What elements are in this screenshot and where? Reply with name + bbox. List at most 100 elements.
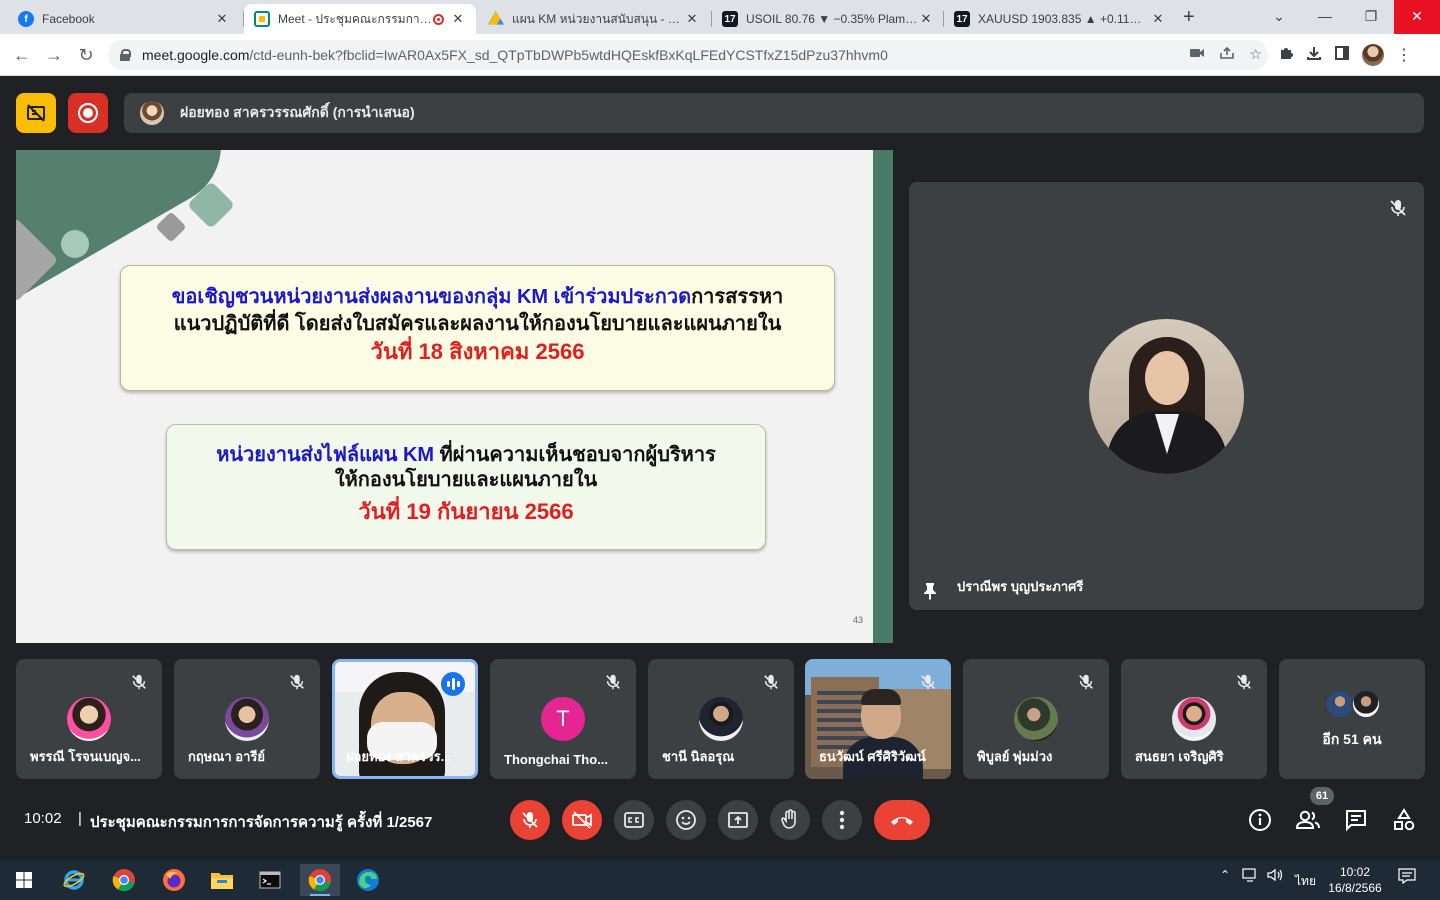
box2-date: วันที่ 19 กันยายน 2566 <box>358 499 574 524</box>
recording-icon <box>433 13 444 25</box>
pin-icon[interactable] <box>923 582 937 600</box>
meeting-details-button[interactable] <box>1247 807 1273 833</box>
raise-hand-button[interactable] <box>770 800 810 840</box>
meet-stage: ฝอยทอง สาครวรรณศักดิ์ (การนำเสนอ) ขอเชิญ… <box>0 77 1440 860</box>
show-hidden-icons[interactable]: ⌃ <box>1220 868 1230 882</box>
tab-meet[interactable]: Meet - ประชุมคณะกรรมการการ ✕ <box>244 4 476 34</box>
box1-date: วันที่ 18 สิงหาคม 2566 <box>370 339 585 364</box>
participant-count-badge: 61 <box>1310 787 1334 805</box>
slide-decoration <box>155 211 187 243</box>
participant-tile[interactable]: T Thongchai Tho... <box>490 659 636 779</box>
leave-call-button[interactable] <box>874 800 930 840</box>
url-bar[interactable]: meet.google.com/ctd-eunh-bek?fbclid=IwAR… <box>108 40 1268 70</box>
participant-tile[interactable]: ชานี นิลอรุณ <box>648 659 794 779</box>
participant-tile[interactable]: สนธยา เจริญศิริ <box>1121 659 1267 779</box>
captions-off-button[interactable] <box>16 93 56 133</box>
start-button[interactable] <box>4 864 44 896</box>
participant-tile-speaking[interactable]: ฝอยทอง สาครวร... <box>332 659 478 779</box>
participant-avatar <box>1172 697 1216 741</box>
share-icon[interactable] <box>1219 46 1235 63</box>
box2-line2: ให้กองนโยบายและแผนภายใน <box>334 469 598 491</box>
close-tab-icon[interactable]: ✕ <box>684 11 700 27</box>
microphone-toggle-button[interactable] <box>510 800 550 840</box>
presenter-label: ฝอยทอง สาครวรรณศักดิ์ (การนำเสนอ) <box>180 104 415 120</box>
captions-button[interactable] <box>614 800 654 840</box>
forward-arrow-icon[interactable]: → <box>42 43 66 67</box>
participant-tile[interactable]: ธนวัฒน์ ศรีศิริวัฒน์ <box>805 659 951 779</box>
internet-explorer-icon[interactable] <box>54 864 94 896</box>
tab-xauusd[interactable]: 17 XAUUSD 1903.835 ▲ +0.11% Pl ✕ <box>944 4 1176 34</box>
file-explorer-icon[interactable] <box>202 864 242 896</box>
box1-heading-blue: ขอเชิญชวนหน่วยงานส่งผลงานของกลุ่ม KM เข้… <box>171 286 692 308</box>
box1-heading-black: การสรรหา <box>691 286 784 308</box>
chat-icon <box>1346 810 1366 832</box>
close-tab-icon[interactable]: ✕ <box>918 11 934 27</box>
recording-button[interactable] <box>68 93 108 133</box>
url-text[interactable]: meet.google.com/ctd-eunh-bek?fbclid=IwAR… <box>142 47 888 63</box>
chrome-taskbar-icon[interactable] <box>104 864 144 896</box>
mic-off-icon <box>132 674 146 690</box>
participant-name: กฤษณา อารีย์ <box>188 749 265 764</box>
tab-facebook[interactable]: f Facebook ✕ <box>8 4 240 34</box>
close-window-button[interactable]: ✕ <box>1394 0 1440 34</box>
camera-toggle-button[interactable] <box>562 800 602 840</box>
presenter-avatar <box>140 101 164 125</box>
camera-in-use-icon[interactable] <box>1189 46 1205 63</box>
pinned-participant-name: ปราณีพร บุญประภาศรี <box>957 579 1084 594</box>
more-vert-icon <box>839 810 845 830</box>
network-icon[interactable] <box>1242 868 1258 885</box>
close-tab-icon[interactable]: ✕ <box>450 11 466 27</box>
chat-button[interactable] <box>1343 807 1369 833</box>
lock-icon[interactable] <box>120 49 131 61</box>
box2-heading-black: ที่ผ่านความเห็นชอบจากผู้บริหาร <box>439 444 716 466</box>
extensions-icon[interactable] <box>1278 45 1294 66</box>
new-tab-button[interactable]: + <box>1183 6 1195 29</box>
presentation-slide: ขอเชิญชวนหน่วยงานส่งผลงานของกลุ่ม KM เข้… <box>16 150 893 643</box>
more-options-button[interactable] <box>822 800 862 840</box>
people-icon <box>1295 810 1320 829</box>
pinned-participant-tile[interactable]: ปราณีพร บุญประภาศรี <box>909 182 1424 610</box>
firefox-icon[interactable] <box>154 864 194 896</box>
edge-icon[interactable] <box>348 864 388 896</box>
tab-search-icon[interactable]: ⌄ <box>1256 4 1302 30</box>
participant-tile[interactable]: พิบูลย์ พุ่มม่วง <box>963 659 1109 779</box>
notifications-icon[interactable] <box>1398 868 1416 887</box>
minimize-button[interactable]: — <box>1302 4 1348 30</box>
more-menu-icon[interactable]: ⋮ <box>1396 45 1412 65</box>
reload-icon[interactable]: ↻ <box>74 43 98 67</box>
present-screen-icon <box>728 812 748 828</box>
bookmark-star-icon[interactable]: ☆ <box>1249 46 1262 63</box>
participant-tile[interactable]: พรรณี โรจนเบญจ... <box>16 659 162 779</box>
chrome-active-taskbar-icon[interactable] <box>300 864 340 896</box>
reactions-button[interactable] <box>666 800 706 840</box>
back-arrow-icon[interactable]: ← <box>10 43 34 67</box>
more-participants-label: อีก 51 คน <box>1322 731 1382 747</box>
participant-tile[interactable]: กฤษณา อารีย์ <box>174 659 320 779</box>
mic-off-icon <box>1237 674 1251 690</box>
people-button[interactable] <box>1295 807 1321 833</box>
slide-page-number: 43 <box>852 615 863 625</box>
participant-name: พรรณี โรจนเบญจ... <box>30 749 141 764</box>
restore-button[interactable]: ❐ <box>1348 4 1394 30</box>
input-language[interactable]: ไทย <box>1295 872 1316 891</box>
profile-avatar[interactable] <box>1362 44 1384 66</box>
present-screen-button[interactable] <box>718 800 758 840</box>
presentation-off-icon <box>27 104 45 122</box>
more-participants-avatars <box>1325 689 1381 721</box>
tab-usoil[interactable]: 17 USOIL 80.76 ▼ −0.35% Plamy_C ✕ <box>712 4 944 34</box>
activities-button[interactable] <box>1391 807 1417 833</box>
close-tab-icon[interactable]: ✕ <box>1150 11 1166 27</box>
volume-icon[interactable] <box>1266 868 1284 885</box>
command-prompt-icon[interactable] <box>250 864 290 896</box>
more-participants-tile[interactable]: อีก 51 คน <box>1279 659 1425 779</box>
side-panel-icon[interactable] <box>1334 45 1350 66</box>
closed-captions-icon <box>624 812 644 828</box>
tab-drive[interactable]: แผน KM หน่วยงานสนับสนุน - Goog ✕ <box>478 4 710 34</box>
announcement-box-1: ขอเชิญชวนหน่วยงานส่งผลงานของกลุ่ม KM เข้… <box>120 265 835 391</box>
meeting-control-bar: 10:02 | ประชุมคณะกรรมการการจัดการความรู้… <box>0 787 1440 845</box>
download-icon[interactable] <box>1306 45 1322 66</box>
presenter-banner: ฝอยทอง สาครวรรณศักดิ์ (การนำเสนอ) <box>124 93 1424 133</box>
tab-title: XAUUSD 1903.835 ▲ +0.11% Pl <box>978 12 1150 26</box>
system-clock[interactable]: 10:02 16/8/2566 <box>1318 864 1392 896</box>
close-tab-icon[interactable]: ✕ <box>214 11 230 27</box>
